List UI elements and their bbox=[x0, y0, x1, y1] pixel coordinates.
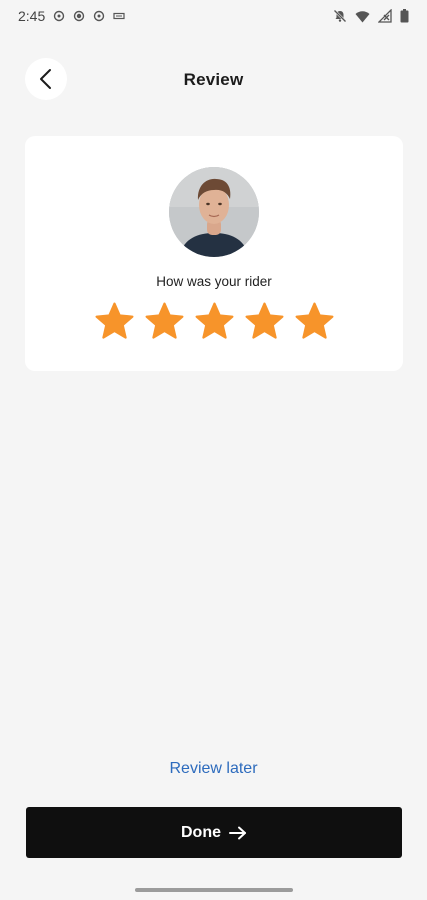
star-icon-4[interactable] bbox=[243, 300, 286, 343]
done-button[interactable]: Done bbox=[26, 807, 402, 858]
status-bar: 2:45 bbox=[0, 0, 427, 32]
star-rating bbox=[93, 300, 336, 343]
no-signal-icon bbox=[378, 9, 392, 23]
arrow-right-icon bbox=[229, 826, 246, 839]
chevron-left-icon bbox=[40, 69, 51, 89]
review-card: How was your rider bbox=[25, 136, 403, 371]
star-icon-3[interactable] bbox=[193, 300, 236, 343]
star-icon-1[interactable] bbox=[93, 300, 136, 343]
rider-avatar bbox=[169, 167, 259, 257]
done-label: Done bbox=[181, 823, 221, 841]
battery-icon bbox=[400, 9, 409, 23]
status-time: 2:45 bbox=[18, 8, 46, 24]
rating-prompt: How was your rider bbox=[156, 274, 272, 289]
mute-icon bbox=[333, 9, 347, 23]
status-left: 2:45 bbox=[18, 8, 125, 24]
star-icon-5[interactable] bbox=[293, 300, 336, 343]
review-later-link[interactable]: Review later bbox=[0, 760, 427, 778]
location-icon bbox=[74, 10, 85, 22]
keyboard-icon bbox=[113, 12, 125, 20]
header: Review bbox=[0, 58, 427, 102]
star-icon-2[interactable] bbox=[143, 300, 186, 343]
rider-photo bbox=[169, 167, 259, 257]
page-title: Review bbox=[183, 70, 244, 89]
back-button[interactable] bbox=[25, 58, 67, 100]
wifi-icon bbox=[355, 10, 370, 22]
notification-icon bbox=[94, 10, 105, 22]
status-right bbox=[333, 9, 409, 23]
notification-icon bbox=[54, 10, 65, 22]
home-indicator[interactable] bbox=[135, 888, 293, 892]
